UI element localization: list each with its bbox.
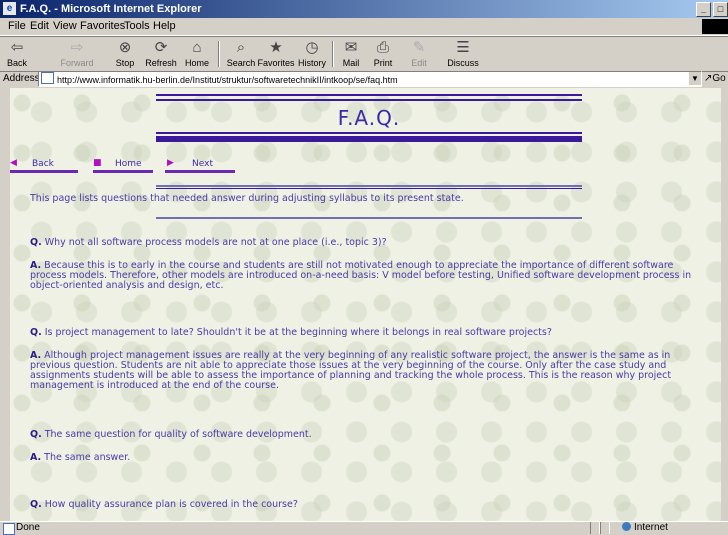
maximize-button[interactable]: □ xyxy=(713,2,728,17)
nav-underline xyxy=(93,170,153,173)
address-bar: Address http://www.informatik.hu-berlin.… xyxy=(0,71,728,87)
page-content: F.A.Q. ◀ Back ■ Home ▶ Next This page li… xyxy=(10,88,721,521)
back-arrow-icon: ⇦ xyxy=(10,39,24,56)
globe-icon xyxy=(622,522,631,531)
faq-answer: A. Because this is to early in the cours… xyxy=(30,260,692,291)
toolbar: ⇦ Back ⇨ Forward ⊗ Stop ⟳ Refresh ⌂ Home ⌕ Sea… xyxy=(0,36,728,72)
forward-arrow-icon: ⇨ xyxy=(70,39,84,56)
top-rule xyxy=(156,99,582,101)
edit-button[interactable]: ✎ Edit xyxy=(406,37,432,68)
search-button[interactable]: ⌕ Search xyxy=(224,37,258,68)
intro-rule-bottom xyxy=(156,217,582,219)
address-url: http://www.informatik.hu-berlin.de/Insti… xyxy=(57,75,398,85)
status-panel xyxy=(590,522,600,534)
home-icon: ⌂ xyxy=(192,39,202,56)
home-square-icon: ■ xyxy=(93,158,102,168)
nav-underline xyxy=(165,170,235,173)
favorites-button[interactable]: ★ Favorites xyxy=(256,37,296,68)
menu-edit[interactable]: Edit xyxy=(30,20,49,32)
intro-rule xyxy=(156,185,582,187)
address-input[interactable]: http://www.informatik.hu-berlin.de/Insti… xyxy=(38,71,702,87)
mail-icon: ✉ xyxy=(344,39,358,56)
mail-button[interactable]: ✉ Mail xyxy=(338,37,364,68)
page-title: F.A.Q. xyxy=(337,106,401,130)
menu-bar: File Edit View Favorites Tools Help xyxy=(0,18,728,36)
right-frame-edge xyxy=(721,88,728,521)
menu-tools[interactable]: Tools xyxy=(124,20,150,32)
stop-icon: ⊗ xyxy=(118,39,132,56)
menu-help[interactable]: Help xyxy=(153,20,176,32)
edit-icon: ✎ xyxy=(412,39,426,56)
status-text: Done xyxy=(16,522,40,533)
title-rule-thick xyxy=(156,136,582,142)
faq-question: Q. Why not all software process models a… xyxy=(30,237,387,248)
title-rule xyxy=(156,132,582,134)
next-triangle-icon: ▶ xyxy=(167,158,174,168)
menu-view[interactable]: View xyxy=(53,20,77,32)
back-triangle-icon: ◀ xyxy=(10,158,17,168)
title-bar: e F.A.Q. - Microsoft Internet Explorer _… xyxy=(0,0,728,18)
printer-icon: ⎙ xyxy=(376,39,389,56)
nav-home-link[interactable]: ■ Home xyxy=(93,158,155,174)
history-button[interactable]: ◷ History xyxy=(296,37,328,68)
history-icon: ◷ xyxy=(305,39,319,56)
windows-logo-icon xyxy=(702,19,728,34)
faq-answer: A. Although project management issues ar… xyxy=(30,350,672,391)
menu-favorites[interactable]: Favorites xyxy=(80,20,125,32)
go-button[interactable]: ↗Go xyxy=(704,73,726,84)
nav-underline xyxy=(10,170,78,173)
page-icon xyxy=(41,72,54,84)
minimize-button[interactable]: _ xyxy=(696,2,711,17)
page-done-icon xyxy=(3,523,15,535)
address-label: Address xyxy=(3,73,40,84)
faq-question: Q. The same question for quality of soft… xyxy=(30,429,312,440)
faq-answer: A. The same answer. xyxy=(30,452,131,463)
toolbar-separator xyxy=(332,41,334,67)
security-zone: Internet xyxy=(622,522,668,533)
top-rule xyxy=(156,94,582,96)
nav-back-link[interactable]: ◀ Back xyxy=(10,158,80,174)
refresh-icon: ⟳ xyxy=(154,39,168,56)
search-icon: ⌕ xyxy=(236,39,246,56)
status-bar: Done Internet xyxy=(0,521,728,535)
ie-logo-icon: e xyxy=(3,2,16,15)
print-button[interactable]: ⎙ Print xyxy=(370,37,396,68)
left-frame-edge xyxy=(0,88,10,521)
faq-question: Q. How quality assurance plan is covered… xyxy=(30,499,298,510)
intro-text: This page lists questions that needed an… xyxy=(30,193,464,204)
forward-button[interactable]: ⇨ Forward xyxy=(60,37,94,68)
nav-next-link[interactable]: ▶ Next xyxy=(165,158,237,174)
favorites-icon: ★ xyxy=(269,39,283,56)
address-dropdown-arrow-icon[interactable]: ▼ xyxy=(688,72,701,85)
status-panel xyxy=(600,522,610,534)
window-title: F.A.Q. - Microsoft Internet Explorer xyxy=(20,3,202,15)
discuss-button[interactable]: ☰ Discuss xyxy=(444,37,482,68)
stop-button[interactable]: ⊗ Stop xyxy=(112,37,138,68)
intro-rule xyxy=(156,188,582,189)
back-button[interactable]: ⇦ Back xyxy=(2,37,32,68)
refresh-button[interactable]: ⟳ Refresh xyxy=(144,37,178,68)
toolbar-separator xyxy=(218,41,220,67)
faq-question: Q. Is project management to late? Should… xyxy=(30,327,552,338)
discuss-icon: ☰ xyxy=(456,39,470,56)
menu-file[interactable]: File xyxy=(8,20,26,32)
home-button[interactable]: ⌂ Home xyxy=(182,37,212,68)
